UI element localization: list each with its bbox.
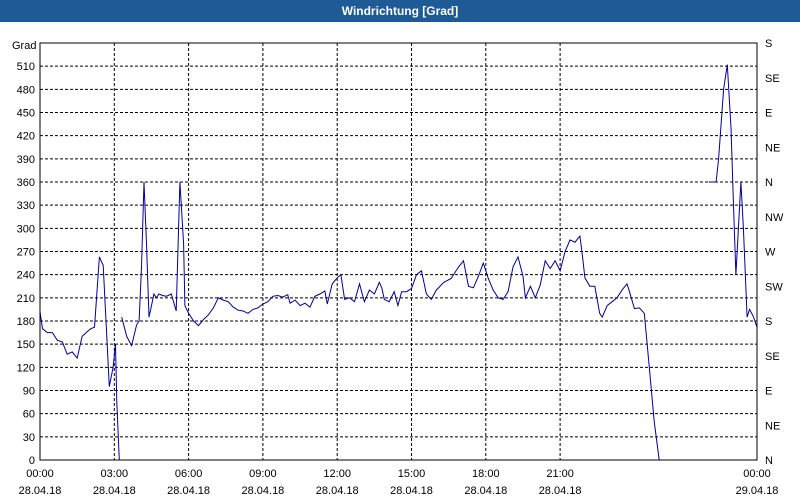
right-axis-label: S [765,316,772,328]
x-tick-time: 21:00 [546,468,574,480]
y-tick-label: 30 [23,432,35,444]
x-tick-date: 28.04.18 [93,485,136,497]
x-tick-date: 28.04.18 [464,485,507,497]
right-axis-label: E [765,386,772,398]
series-line [708,64,758,328]
right-axis-label: SE [765,73,780,85]
grid-lines [40,43,757,460]
axis-layer: 0 30 60 90 120 150 180 210 240 270 300 330 360 390 420… [17,38,784,497]
right-axis-label: NE [765,420,780,432]
y-tick-label: 330 [17,200,35,212]
x-tick-date: 28.04.18 [390,485,433,497]
right-axis-label: E [765,108,772,120]
y-tick-label: 270 [17,247,35,259]
x-tick-time: 00:00 [26,468,54,480]
y-tick-label: 210 [17,293,35,305]
wind-direction-chart: 0 30 60 90 120 150 180 210 240 270 300 330 360 390 420… [12,38,784,497]
y-tick-label: 510 [17,61,35,73]
x-tick-time: 15:00 [398,468,426,480]
x-tick-time: 09:00 [249,468,277,480]
x-tick-time: 12:00 [323,468,351,480]
right-axis-label: NW [765,212,784,224]
y-tick-label: 420 [17,131,35,143]
y-tick-label: 300 [17,223,35,235]
y-tick-label: 390 [17,154,35,166]
y-tick-label: 240 [17,270,35,282]
x-tick-time: 06:00 [175,468,203,480]
x-tick-date: 29.04.18 [736,485,779,497]
right-axis-label: N [765,455,773,467]
y-tick-label: 0 [29,455,35,467]
right-axis-label: N [765,177,773,189]
x-tick-date: 28.04.18 [316,485,359,497]
y-tick-label: 90 [23,386,35,398]
right-axis-label: NE [765,142,780,154]
series-layer [39,64,758,461]
x-tick-time: 03:00 [101,468,129,480]
y-tick-label: 60 [23,409,35,421]
x-tick-date: 28.04.18 [167,485,210,497]
y-tick-label: 150 [17,339,35,351]
right-axis-label: W [765,247,776,259]
x-tick-time: 00:00 [743,468,771,480]
y-tick-label: 180 [17,316,35,328]
x-tick-date: 28.04.18 [19,485,62,497]
y-tick-label: 120 [17,362,35,374]
y-tick-label: 480 [17,84,35,96]
y-axis-title: Grad [12,40,36,52]
x-tick-date: 28.04.18 [241,485,284,497]
right-axis-label: SE [765,351,780,363]
right-axis-label: SW [765,281,783,293]
x-tick-date: 28.04.18 [539,485,582,497]
right-axis-label: S [765,38,772,50]
y-tick-label: 450 [17,108,35,120]
y-tick-label: 360 [17,177,35,189]
series-line [39,256,120,461]
x-tick-time: 18:00 [472,468,500,480]
